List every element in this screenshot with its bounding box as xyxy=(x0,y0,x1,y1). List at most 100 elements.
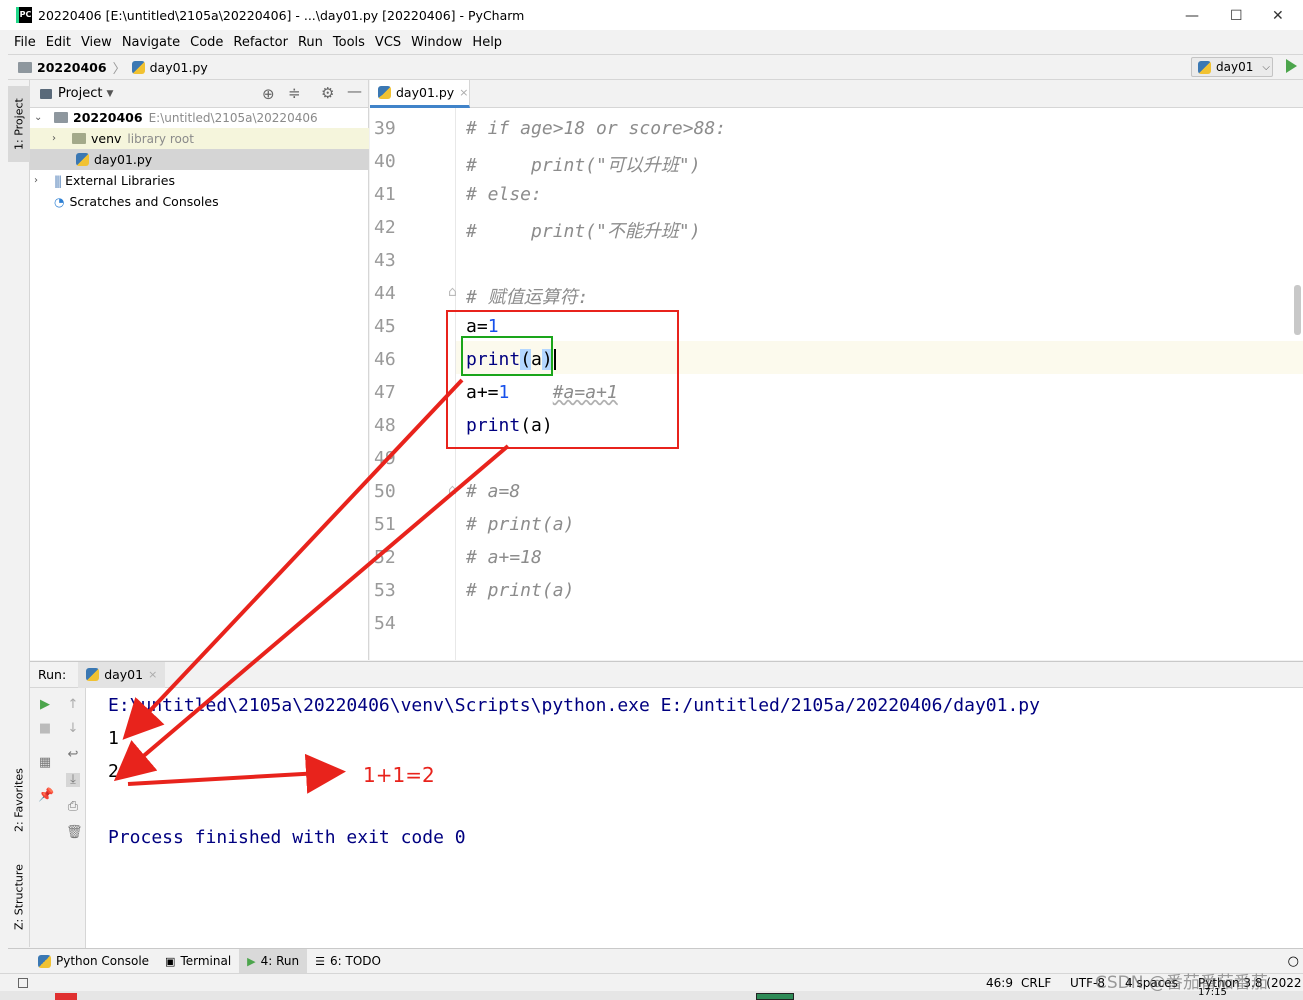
chevron-down-icon[interactable]: ⌄ xyxy=(34,112,44,123)
code-editor[interactable]: day01.py × 39 # if age>18 or score>88: 4… xyxy=(370,80,1303,660)
line-number: 51 xyxy=(374,514,396,535)
line-number: 40 xyxy=(374,151,396,172)
console-command: E:\untitled\2105a\20220406\venv\Scripts\… xyxy=(108,695,1040,716)
tab-python-console[interactable]: Python Console xyxy=(30,949,157,974)
soft-wrap-icon[interactable]: ↩ xyxy=(66,748,80,762)
tree-item-scratches[interactable]: ◔ Scratches and Consoles xyxy=(30,191,369,212)
chevron-right-icon[interactable]: › xyxy=(52,133,62,144)
chevron-right-icon[interactable]: › xyxy=(34,175,44,186)
scroll-to-end-icon[interactable]: ⤓ xyxy=(66,773,80,787)
project-tool-tab-label: 1: Project xyxy=(12,98,26,150)
annotation-text: 1+1=2 xyxy=(363,763,435,787)
rerun-icon[interactable]: ▶ xyxy=(38,698,52,712)
trash-icon[interactable]: 🗑 xyxy=(66,826,83,840)
maximize-button[interactable]: ☐ xyxy=(1230,8,1243,24)
pin-icon[interactable]: 📌 xyxy=(38,789,54,803)
project-view-select[interactable]: Project xyxy=(58,86,102,101)
tree-item-day01[interactable]: day01.py xyxy=(30,149,369,170)
favorites-tool-tab[interactable]: 2: Favorites xyxy=(8,755,30,845)
gear-icon[interactable]: ⚙ xyxy=(321,84,334,102)
run-icon[interactable] xyxy=(1286,59,1297,73)
caret-position[interactable]: 46:9 xyxy=(986,976,1013,990)
project-tool-tab[interactable]: 1: Project xyxy=(8,86,30,162)
run-configuration-select[interactable]: day01 ⌵ xyxy=(1191,57,1273,77)
title-bar: PC 20220406 [E:\untitled\2105a\20220406]… xyxy=(0,0,1303,30)
code-line: # print(a) xyxy=(466,580,575,601)
menu-navigate[interactable]: Navigate xyxy=(122,35,180,50)
python-file-icon xyxy=(76,153,89,166)
tree-item-project-root[interactable]: ⌄ 20220406 E:\untitled\2105a\20220406 xyxy=(30,107,369,128)
down-arrow-icon[interactable]: ↓ xyxy=(66,722,80,736)
navigation-bar: 20220406 〉 day01.py day01 ⌵ xyxy=(8,54,1303,80)
breadcrumb-project[interactable]: 20220406 xyxy=(37,60,107,75)
fold-icon[interactable]: ⌂ xyxy=(448,482,457,498)
tree-item-venv[interactable]: › venv library root xyxy=(30,128,369,149)
annotation-red-box xyxy=(446,310,679,449)
breadcrumb-file[interactable]: day01.py xyxy=(150,60,208,75)
run-label: Run: xyxy=(38,667,67,682)
menu-tools[interactable]: Tools xyxy=(333,35,365,50)
scratches-icon: ◔ xyxy=(54,194,65,209)
line-number: 45 xyxy=(374,316,396,337)
library-icon: ||| xyxy=(54,173,62,188)
print-icon[interactable]: ⎙ xyxy=(66,800,80,814)
editor-tab-bar: day01.py × xyxy=(370,80,1303,108)
menu-refactor[interactable]: Refactor xyxy=(233,35,288,50)
console-output-line: 2 xyxy=(108,761,119,782)
python-icon xyxy=(1198,60,1211,74)
tree-item-label: day01.py xyxy=(94,152,153,167)
run-toolbar: ▶ ■ ▦ 📌 ↑ ↓ ↩ ⤓ ⎙ 🗑 xyxy=(30,688,86,949)
tab-run[interactable]: ▶ 4: Run xyxy=(239,948,308,974)
code-line: # print("不能升班") xyxy=(466,221,701,242)
menu-window[interactable]: Window xyxy=(411,35,462,50)
minimize-button[interactable]: — xyxy=(1185,8,1199,24)
menu-edit[interactable]: Edit xyxy=(46,35,71,50)
python-console-icon xyxy=(38,954,51,968)
search-icon[interactable]: ○ xyxy=(1288,954,1299,969)
menu-file[interactable]: File xyxy=(14,35,36,50)
menu-help[interactable]: Help xyxy=(472,35,502,50)
menu-run[interactable]: Run xyxy=(298,35,323,50)
breadcrumb-separator-icon: 〉 xyxy=(112,61,126,77)
tab-terminal[interactable]: ▣ Terminal xyxy=(157,949,239,974)
close-button[interactable]: ✕ xyxy=(1272,8,1284,24)
tree-item-external-libraries[interactable]: › ||| External Libraries xyxy=(30,170,369,191)
menu-code[interactable]: Code xyxy=(190,35,223,50)
fold-icon[interactable]: ⌂ xyxy=(448,284,457,300)
menu-vcs[interactable]: VCS xyxy=(375,35,401,50)
pycharm-logo-icon: PC xyxy=(16,7,32,23)
project-panel: Project ▼ ⊕ ≑ ⚙ — ⌄ 20220406 E:\untitled… xyxy=(30,80,369,660)
stop-icon[interactable]: ■ xyxy=(38,722,52,736)
folder-icon xyxy=(72,133,86,144)
collapse-all-icon[interactable]: ≑ xyxy=(288,84,301,102)
structure-tool-tab[interactable]: Z: Structure xyxy=(8,855,30,940)
terminal-icon: ▣ xyxy=(165,954,176,968)
taskbar-app-icon[interactable] xyxy=(55,993,77,1000)
python-file-icon xyxy=(131,60,145,74)
up-arrow-icon[interactable]: ↑ xyxy=(66,698,80,712)
tab-todo[interactable]: ☰ 6: TODO xyxy=(307,949,389,974)
tab-label: 4: Run xyxy=(260,954,300,968)
chevron-down-icon: ⌵ xyxy=(1262,61,1270,73)
dropdown-arrow-icon[interactable]: ▼ xyxy=(106,89,113,99)
locate-icon[interactable]: ⊕ xyxy=(262,85,275,103)
layout-icon[interactable]: ▦ xyxy=(38,756,52,770)
run-tab-day01[interactable]: day01 × xyxy=(78,661,166,688)
close-icon[interactable]: × xyxy=(148,668,157,681)
line-number: 46 xyxy=(374,349,396,370)
tool-windows-icon[interactable] xyxy=(18,977,28,988)
tab-day01[interactable]: day01.py × xyxy=(370,80,470,108)
menu-view[interactable]: View xyxy=(81,35,112,50)
taskbar-app-icon[interactable] xyxy=(756,993,794,1000)
structure-tool-tab-label: Z: Structure xyxy=(12,864,26,931)
editor-scrollbar[interactable] xyxy=(1294,285,1301,335)
tree-item-label: 20220406 xyxy=(73,110,143,125)
line-separator[interactable]: CRLF xyxy=(1021,976,1051,990)
watermark-text: CSDN @番茄番茄番茄 xyxy=(1095,973,1268,993)
annotation-green-box xyxy=(461,336,553,376)
hide-icon[interactable]: — xyxy=(347,82,362,100)
folder-icon xyxy=(18,61,32,73)
tab-label: 6: TODO xyxy=(330,954,381,968)
close-icon[interactable]: × xyxy=(459,86,468,99)
project-view-icon xyxy=(40,88,52,99)
